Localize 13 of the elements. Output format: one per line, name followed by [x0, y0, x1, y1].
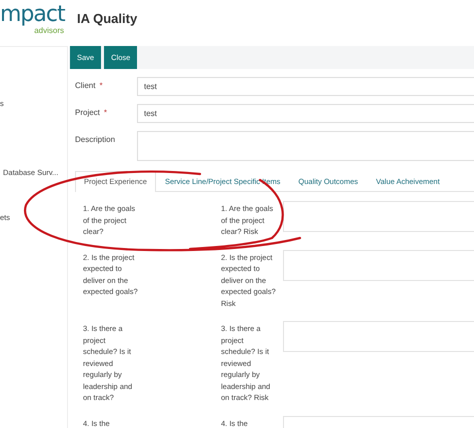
answer-field[interactable]	[283, 201, 474, 232]
page-title: IA Quality	[77, 11, 138, 26]
text-field[interactable]: test	[137, 104, 474, 123]
required-mark: *	[99, 81, 103, 90]
text-field[interactable]: test	[137, 77, 474, 96]
field-label: Client	[75, 81, 96, 90]
description-field[interactable]	[137, 131, 474, 161]
company-logo: mpact advisors	[0, 4, 66, 35]
field-label: Project	[75, 108, 100, 117]
required-mark: *	[104, 108, 108, 117]
answer-field[interactable]	[283, 250, 474, 280]
answer-field[interactable]	[283, 321, 474, 352]
field-label: Description	[75, 135, 116, 144]
